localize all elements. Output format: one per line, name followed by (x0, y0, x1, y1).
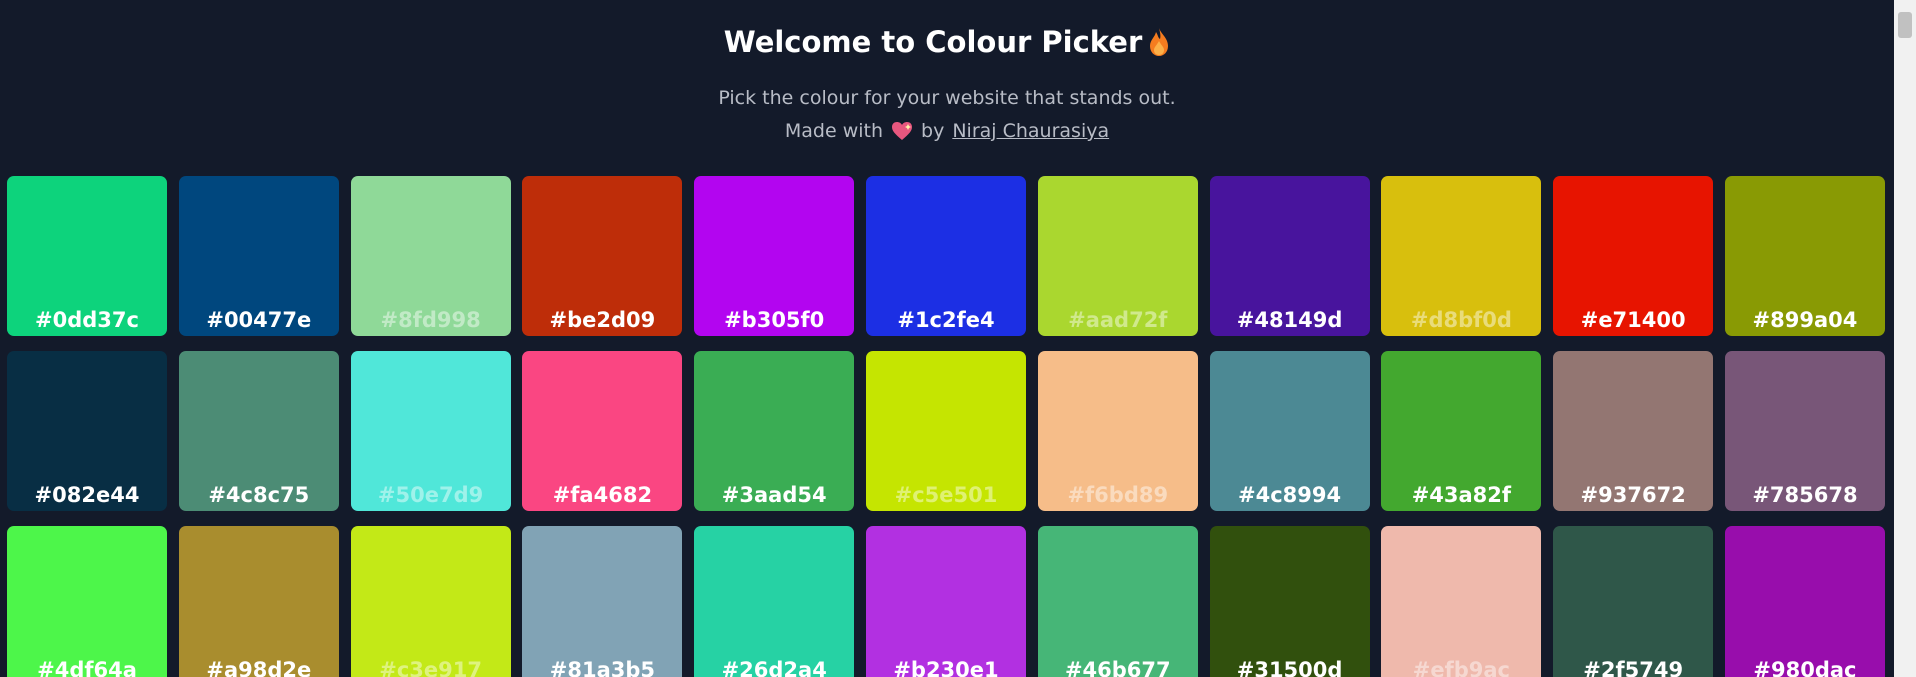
color-swatch[interactable]: #48149d (1209, 176, 1370, 336)
color-swatch[interactable]: #980dac (1724, 526, 1885, 677)
color-hex-label: #3aad54 (721, 483, 827, 507)
color-swatch[interactable]: #31500d (1209, 526, 1370, 677)
color-hex-label: #50e7d9 (377, 483, 484, 507)
color-hex-label: #2f5749 (1583, 658, 1684, 677)
color-hex-label: #aad72f (1068, 308, 1168, 332)
color-hex-label: #48149d (1236, 308, 1343, 332)
color-swatch[interactable]: #b305f0 (694, 176, 855, 336)
color-swatch[interactable]: #785678 (1724, 351, 1885, 511)
color-swatch[interactable]: #3aad54 (694, 351, 855, 511)
color-swatch[interactable]: #899a04 (1724, 176, 1885, 336)
color-hex-label: #f6bd89 (1067, 483, 1169, 507)
color-swatch[interactable]: #c5e501 (865, 351, 1026, 511)
color-swatch[interactable]: #be2d09 (522, 176, 683, 336)
color-swatch[interactable]: #50e7d9 (350, 351, 511, 511)
color-hex-label: #8fd998 (380, 308, 481, 332)
color-hex-label: #fa4682 (552, 483, 653, 507)
color-swatch[interactable]: #f6bd89 (1037, 351, 1198, 511)
page-title: Welcome to Colour Picker (0, 0, 1894, 60)
color-hex-label: #4c8c75 (208, 483, 310, 507)
color-hex-label: #1c2fe4 (897, 308, 995, 332)
credit-by: by (921, 120, 945, 142)
color-hex-label: #00477e (206, 308, 312, 332)
color-swatch[interactable]: #082e44 (7, 351, 167, 511)
color-swatch[interactable]: #4c8994 (1209, 351, 1370, 511)
color-swatch[interactable]: #0dd37c (7, 176, 167, 336)
color-swatch[interactable]: #c3e917 (350, 526, 511, 677)
color-hex-label: #937672 (1580, 483, 1686, 507)
color-hex-label: #31500d (1236, 658, 1343, 677)
color-swatch[interactable]: #efb9ac (1381, 526, 1542, 677)
color-hex-label: #d8bf0d (1410, 308, 1512, 332)
color-swatch[interactable]: #a98d2e (178, 526, 339, 677)
color-swatch[interactable]: #937672 (1553, 351, 1714, 511)
credit-line: Made with by Niraj Chaurasiya (0, 119, 1894, 143)
color-hex-label: #0dd37c (35, 308, 139, 332)
color-swatch[interactable]: #aad72f (1037, 176, 1198, 336)
color-hex-label: #b230e1 (893, 658, 999, 677)
sparkling-heart-icon (892, 122, 913, 140)
color-swatch[interactable]: #d8bf0d (1381, 176, 1542, 336)
color-hex-label: #81a3b5 (549, 658, 656, 677)
color-hex-label: #c3e917 (379, 658, 482, 677)
color-hex-label: #be2d09 (549, 308, 656, 332)
color-swatch-grid: #0dd37c #00477e #8fd998 #be2d09 #b305f0 #1c2f… (7, 176, 1885, 677)
color-hex-label: #980dac (1753, 658, 1857, 677)
color-hex-label: #785678 (1752, 483, 1858, 507)
color-swatch[interactable]: #81a3b5 (522, 526, 683, 677)
credit-prefix: Made with (784, 120, 884, 142)
color-hex-label: #e71400 (1580, 308, 1686, 332)
color-swatch[interactable]: #e71400 (1553, 176, 1714, 336)
color-swatch[interactable]: #8fd998 (350, 176, 511, 336)
color-swatch[interactable]: #00477e (178, 176, 339, 336)
color-swatch[interactable]: #43a82f (1381, 351, 1542, 511)
vertical-scrollbar[interactable] (1894, 0, 1916, 677)
color-hex-label: #c5e501 (894, 483, 998, 507)
color-hex-label: #4df64a (37, 658, 137, 677)
color-hex-label: #a98d2e (206, 658, 312, 677)
subtitle: Pick the colour for your website that st… (718, 87, 1176, 109)
color-swatch[interactable]: #26d2a4 (694, 526, 855, 677)
color-swatch[interactable]: #4c8c75 (178, 351, 339, 511)
color-hex-label: #43a82f (1411, 483, 1512, 507)
color-hex-label: #efb9ac (1412, 658, 1510, 677)
color-hex-label: #082e44 (34, 483, 140, 507)
color-hex-label: #899a04 (1752, 308, 1858, 332)
color-hex-label: #46b677 (1064, 658, 1171, 677)
scrollbar-thumb[interactable] (1898, 12, 1912, 38)
color-swatch[interactable]: #1c2fe4 (865, 176, 1026, 336)
color-swatch[interactable]: #fa4682 (522, 351, 683, 511)
fire-icon (1150, 28, 1169, 56)
color-hex-label: #4c8994 (1238, 483, 1342, 507)
color-swatch[interactable]: #b230e1 (865, 526, 1026, 677)
color-hex-label: #b305f0 (724, 308, 825, 332)
color-swatch[interactable]: #4df64a (7, 526, 167, 677)
title-text: Welcome to Colour Picker (723, 25, 1143, 59)
color-swatch[interactable]: #46b677 (1037, 526, 1198, 677)
page: Welcome to Colour Picker Pick the colour… (0, 0, 1916, 677)
color-hex-label: #26d2a4 (721, 658, 827, 677)
header: Welcome to Colour Picker Pick the colour… (0, 0, 1894, 143)
author-link[interactable]: Niraj Chaurasiya (952, 119, 1109, 143)
color-swatch[interactable]: #2f5749 (1553, 526, 1714, 677)
